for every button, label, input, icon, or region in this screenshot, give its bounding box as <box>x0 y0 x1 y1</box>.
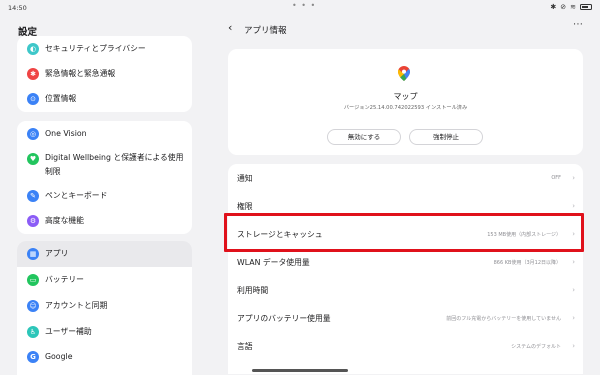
sidebar-item-label: セキュリティとプライバシー <box>45 44 146 53</box>
sidebar-item-pen-keyboard[interactable]: ✎ ペンとキーボード <box>17 189 192 203</box>
sidebar-item-label: 位置情報 <box>45 94 77 103</box>
chevron-right-icon: › <box>572 286 575 294</box>
google-icon: G <box>27 351 39 363</box>
language-row[interactable]: 言語 システムのデフォルト › <box>228 332 583 360</box>
apps-icon: ▦ <box>27 248 39 260</box>
row-value: システムのデフォルト <box>511 343 561 350</box>
mute-icon: ⊘ <box>560 3 567 11</box>
accessibility-icon: ♿ <box>27 326 39 338</box>
chevron-right-icon: › <box>572 314 575 322</box>
settings-group-1: ◐ セキュリティとプライバシー ✱ 緊急情報と緊急通報 ⊙ 位置情報 <box>17 36 192 112</box>
advanced-icon: ⚙ <box>27 215 39 227</box>
sidebar-item-apps[interactable]: ▦ アプリ <box>17 241 192 267</box>
sidebar-item-digital-wellbeing[interactable]: ♥ Digital Wellbeing と保護者による使用 制限 <box>17 151 192 179</box>
emergency-icon: ✱ <box>27 68 39 80</box>
app-name: マップ <box>393 92 418 101</box>
shield-icon: ◐ <box>27 43 39 55</box>
back-arrow-icon[interactable]: ‹ <box>228 21 232 34</box>
row-value: OFF <box>551 175 561 181</box>
sidebar-item-battery[interactable]: ▭ バッテリー <box>17 273 192 287</box>
sidebar-item-emergency[interactable]: ✱ 緊急情報と緊急通報 <box>17 67 192 81</box>
disable-button[interactable]: 無効にする <box>327 129 401 145</box>
battery-icon: ▭ <box>27 274 39 286</box>
chevron-right-icon: › <box>572 258 575 266</box>
settings-group-3: ▦ アプリ ▭ バッテリー ☺ アカウントと同期 ♿ ユーザー補助 G Goog… <box>17 241 192 375</box>
status-bar: 14:50 • • • ✱ ⊘ ≋ <box>0 0 600 14</box>
app-info-header: ‹ アプリ情報 ⋯ <box>228 19 588 41</box>
row-value: 前回のフル充電からバッテリーを使用していません <box>446 315 561 322</box>
row-label: WLAN データ使用量 <box>237 257 310 267</box>
force-stop-button[interactable]: 強制停止 <box>409 129 483 145</box>
settings-group-2: ◎ One Vision ♥ Digital Wellbeing と保護者による… <box>17 121 192 234</box>
sidebar-item-advanced[interactable]: ⚙ 高度な機能 <box>17 214 192 228</box>
sidebar-item-security[interactable]: ◐ セキュリティとプライバシー <box>17 42 192 56</box>
wellbeing-icon: ♥ <box>27 153 39 165</box>
row-label: アプリのバッテリー使用量 <box>237 313 331 323</box>
vision-icon: ◎ <box>27 128 39 140</box>
sidebar-item-google[interactable]: G Google <box>17 350 192 364</box>
home-indicator[interactable] <box>252 369 348 372</box>
wlan-data-row[interactable]: WLAN データ使用量 866 KB使用（3月12日以降） › <box>228 248 583 276</box>
sidebar-item-accounts[interactable]: ☺ アカウントと同期 <box>17 299 192 313</box>
account-icon: ☺ <box>27 300 39 312</box>
row-label: 通知 <box>237 173 253 183</box>
app-summary-card: マップ バージョン25.14.00.742022593 インストール済み 無効に… <box>228 49 583 155</box>
more-options-icon[interactable]: ⋯ <box>573 19 584 30</box>
wifi-icon: ≋ <box>570 3 576 11</box>
status-time: 14:50 <box>8 4 27 12</box>
sidebar-item-label: Digital Wellbeing と保護者による使用 <box>45 153 184 162</box>
sidebar-item-label: ペンとキーボード <box>45 191 108 200</box>
sidebar-item-label: アプリ <box>45 249 69 258</box>
sidebar-item-label: バッテリー <box>45 275 84 284</box>
sidebar-item-label: ユーザー補助 <box>45 327 92 336</box>
sidebar-item-label: アカウントと同期 <box>45 301 108 310</box>
highlight-box <box>224 213 584 252</box>
window-dots[interactable]: • • • <box>292 1 316 10</box>
battery-usage-row[interactable]: アプリのバッテリー使用量 前回のフル充電からバッテリーを使用していません › <box>228 304 583 332</box>
bluetooth-icon: ✱ <box>550 3 557 11</box>
pen-icon: ✎ <box>27 190 39 202</box>
page-title: アプリ情報 <box>244 26 287 36</box>
battery-status-icon <box>580 4 592 10</box>
sidebar-item-one-vision[interactable]: ◎ One Vision <box>17 127 192 141</box>
row-label: 言語 <box>237 341 253 351</box>
screen-time-row[interactable]: 利用時間 › <box>228 276 583 304</box>
sidebar-item-label: 高度な機能 <box>45 216 84 225</box>
row-label: 利用時間 <box>237 285 269 295</box>
row-label: 権限 <box>237 201 253 211</box>
sidebar-item-label: One Vision <box>45 129 87 138</box>
chevron-right-icon: › <box>572 174 575 182</box>
chevron-right-icon: › <box>572 202 575 210</box>
status-icons: ✱ ⊘ ≋ <box>550 3 592 11</box>
sidebar-item-label: Google <box>45 352 73 361</box>
sidebar-item-accessibility[interactable]: ♿ ユーザー補助 <box>17 325 192 339</box>
app-settings-list: 通知 OFF › 権限 › ストレージとキャッシュ 153 MB使用（内部ストレ… <box>228 164 583 374</box>
app-version: バージョン25.14.00.742022593 インストール済み <box>343 105 468 111</box>
notifications-row[interactable]: 通知 OFF › <box>228 164 583 192</box>
chevron-right-icon: › <box>572 342 575 350</box>
location-icon: ⊙ <box>27 93 39 105</box>
row-value: 866 KB使用（3月12日以降） <box>493 259 561 266</box>
sidebar-item-label-line2: 制限 <box>45 167 61 176</box>
google-maps-icon <box>398 66 410 81</box>
sidebar-item-label: 緊急情報と緊急通報 <box>45 69 116 78</box>
sidebar-item-location[interactable]: ⊙ 位置情報 <box>17 92 192 106</box>
